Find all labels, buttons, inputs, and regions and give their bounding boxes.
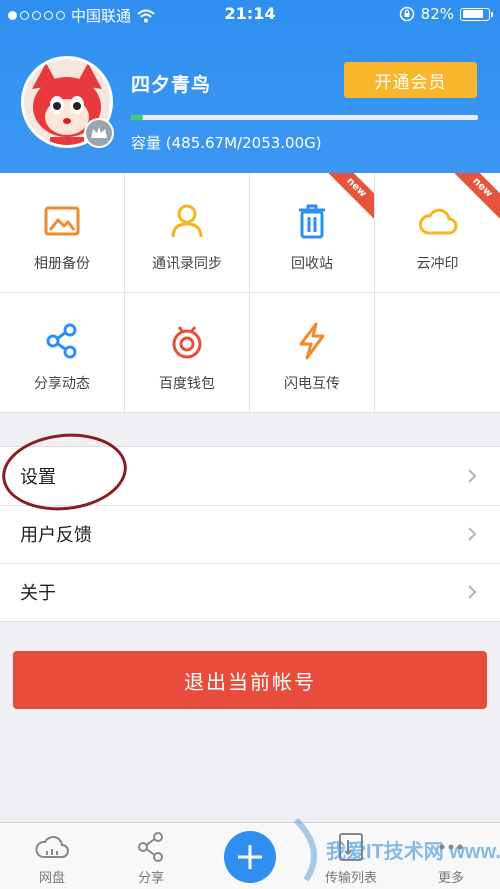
status-bar: 中国联通 21:14 82% [0,0,500,30]
trash-icon [292,201,332,241]
settings-menu: 设置 用户反馈 关于 [0,446,500,622]
grid-item-label: 云冲印 [416,256,459,272]
battery-percent: 82% [420,5,454,23]
logout-button[interactable]: 退出当前帐号 [13,651,487,709]
grid-empty-cell [375,293,500,413]
lightning-icon [292,321,332,361]
grid-item-contacts-sync[interactable]: 通讯录同步 [125,173,250,293]
plus-icon [238,845,262,869]
menu-item-feedback[interactable]: 用户反馈 [0,505,500,563]
grid-item-label: 回收站 [291,256,333,272]
menu-item-label: 设置 [20,467,56,488]
tab-cloud-disk[interactable]: 网盘 [2,831,102,886]
menu-item-label: 关于 [20,583,56,604]
grid-item-recycle-bin[interactable]: 回收站 new [250,173,375,293]
contacts-icon [167,201,207,241]
username: 四夕青鸟 [131,74,212,96]
grid-item-label: 分享动态 [34,376,90,392]
upload-plus-button[interactable] [224,831,276,883]
grid-item-label: 闪电互传 [284,376,340,392]
grid-item-share-feed[interactable]: 分享动态 [0,293,125,413]
crown-icon [91,127,107,138]
open-vip-button[interactable]: 开通会员 [344,62,477,98]
photo-album-icon [42,201,82,241]
grid-item-flash-transfer[interactable]: 闪电互传 [250,293,375,413]
chevron-right-icon [468,527,477,541]
chevron-right-icon [468,585,477,599]
storage-quota-bar [131,115,478,120]
battery-icon [460,7,493,21]
grid-item-cloud-print[interactable]: 云冲印 new [375,173,500,293]
rotation-lock-icon [399,6,414,22]
tab-transfer-list[interactable]: 传输列表 [301,831,401,886]
feature-grid: 相册备份 通讯录同步 回收站 new 云冲印 new 分享动态 百度钱包 闪电互… [0,173,500,413]
menu-item-label: 用户反馈 [20,525,92,546]
wallet-icon [167,321,207,361]
cloud-print-icon [418,201,458,241]
tab-label: 传输列表 [324,871,377,886]
grid-item-label: 百度钱包 [159,376,215,392]
share-icon [133,831,169,863]
menu-item-about[interactable]: 关于 [0,563,500,621]
grid-item-photo-backup[interactable]: 相册备份 [0,173,125,293]
tab-label: 分享 [137,871,164,886]
tab-more[interactable]: 更多 [401,831,500,886]
grid-item-label: 通讯录同步 [152,256,222,272]
more-icon [433,831,469,863]
grid-item-label: 相册备份 [34,256,90,272]
share-icon [42,321,82,361]
cloud-disk-icon [34,831,70,863]
profile-header: 中国联通 21:14 82% 四夕青鸟 开通会员 容量 (485.67M/205… [0,0,500,173]
vip-level-badge [84,118,114,148]
tab-label: 更多 [437,871,464,886]
chevron-right-icon [468,469,477,483]
transfer-list-icon [333,831,369,863]
storage-quota-text: 容量 (485.67M/2053.00G) [131,134,322,152]
tab-label: 网盘 [38,871,65,886]
menu-item-settings[interactable]: 设置 [0,447,500,505]
tab-share[interactable]: 分享 [101,831,201,886]
grid-item-baidu-wallet[interactable]: 百度钱包 [125,293,250,413]
